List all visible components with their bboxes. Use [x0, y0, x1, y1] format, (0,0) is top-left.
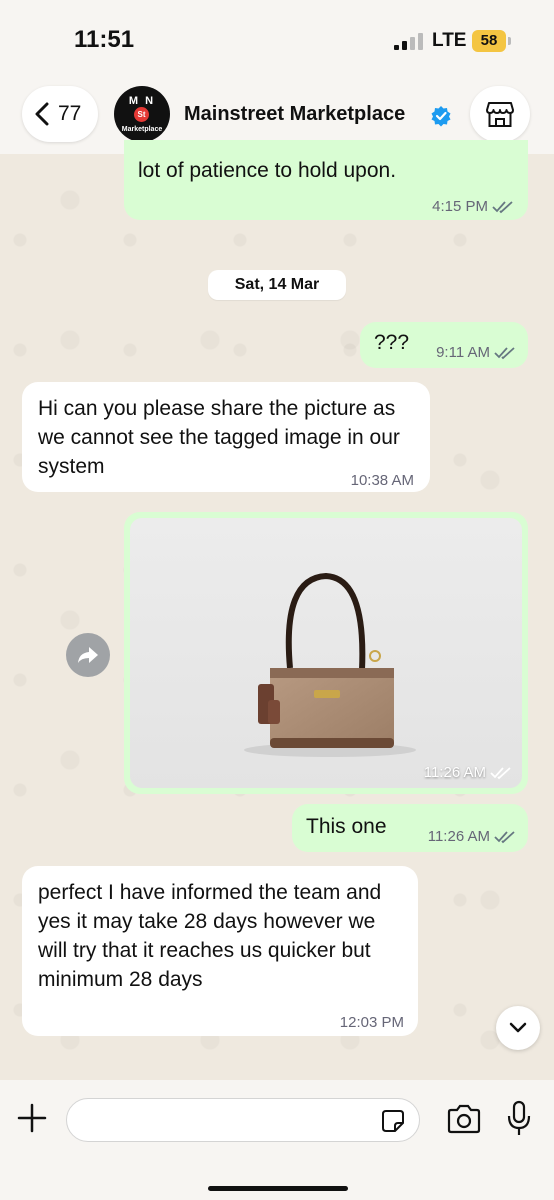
scroll-to-bottom-button[interactable] [496, 1006, 540, 1050]
date-separator: Sat, 14 Mar [208, 270, 346, 300]
message-text: This one [306, 815, 387, 838]
status-time: 11:51 [74, 26, 135, 53]
back-chevron-icon [35, 102, 49, 126]
double-check-icon [494, 347, 515, 360]
message-text: perfect I have informed the team and yes… [38, 881, 382, 991]
message-meta: 11:26 AM [424, 764, 512, 781]
message-time: 11:26 AM [427, 828, 490, 845]
message-meta: 4:15 PM [432, 192, 514, 221]
composer-bar [0, 1080, 554, 1200]
battery-tip [508, 37, 511, 45]
store-icon [486, 102, 514, 127]
product-image[interactable]: 11:26 AM [130, 518, 522, 788]
avatar-line3: Marketplace [121, 126, 163, 133]
forward-button[interactable] [66, 633, 110, 677]
status-bar: 11:51 LTE 58 [0, 0, 554, 80]
home-indicator [208, 1186, 348, 1191]
message-bubble-outgoing[interactable]: This one 11:26 AM [292, 804, 528, 852]
double-check-icon [490, 767, 511, 780]
message-input[interactable] [66, 1098, 420, 1142]
sticker-icon[interactable] [380, 1108, 406, 1134]
verified-icon [431, 106, 451, 127]
message-bubble-outgoing[interactable]: lot of patience to hold upon. 4:15 PM [124, 140, 528, 220]
contact-name[interactable]: Mainstreet Marketplace [184, 103, 405, 126]
message-meta: 11:26 AM [428, 822, 516, 851]
avatar[interactable]: M N St Marketplace [114, 86, 170, 142]
message-time: 12:03 PM [339, 1014, 404, 1031]
avatar-line2: St [134, 107, 149, 122]
message-time: 11:26 AM [423, 764, 486, 781]
microphone-icon[interactable] [506, 1100, 532, 1138]
avatar-line1: M N [128, 95, 156, 107]
network-label: LTE [432, 30, 467, 51]
chevron-down-icon [509, 1022, 527, 1033]
battery-icon: 58 [472, 30, 506, 52]
message-meta: 9:11 AM [436, 338, 516, 367]
plus-icon[interactable] [14, 1100, 50, 1136]
message-time: 9:11 AM [436, 344, 490, 361]
message-bubble-image[interactable]: 11:26 AM [124, 512, 528, 794]
catalog-button[interactable] [470, 86, 530, 142]
message-time: 4:15 PM [432, 198, 488, 215]
handbag-illustration [244, 572, 416, 757]
camera-icon[interactable] [446, 1104, 482, 1134]
message-bubble-outgoing[interactable]: ??? 9:11 AM [360, 322, 528, 368]
signal-icon [394, 32, 424, 50]
message-bubble-incoming[interactable]: perfect I have informed the team and yes… [22, 866, 418, 1036]
message-bubble-incoming[interactable]: Hi can you please share the picture as w… [22, 382, 430, 492]
double-check-icon [494, 831, 515, 844]
unread-count: 77 [58, 102, 82, 125]
back-button[interactable]: 77 [22, 86, 98, 142]
message-time: 10:38 AM [350, 472, 414, 489]
message-text: ??? [374, 331, 410, 354]
forward-icon [78, 647, 98, 663]
double-check-icon [492, 201, 513, 214]
message-text: lot of patience to hold upon. [138, 159, 397, 182]
